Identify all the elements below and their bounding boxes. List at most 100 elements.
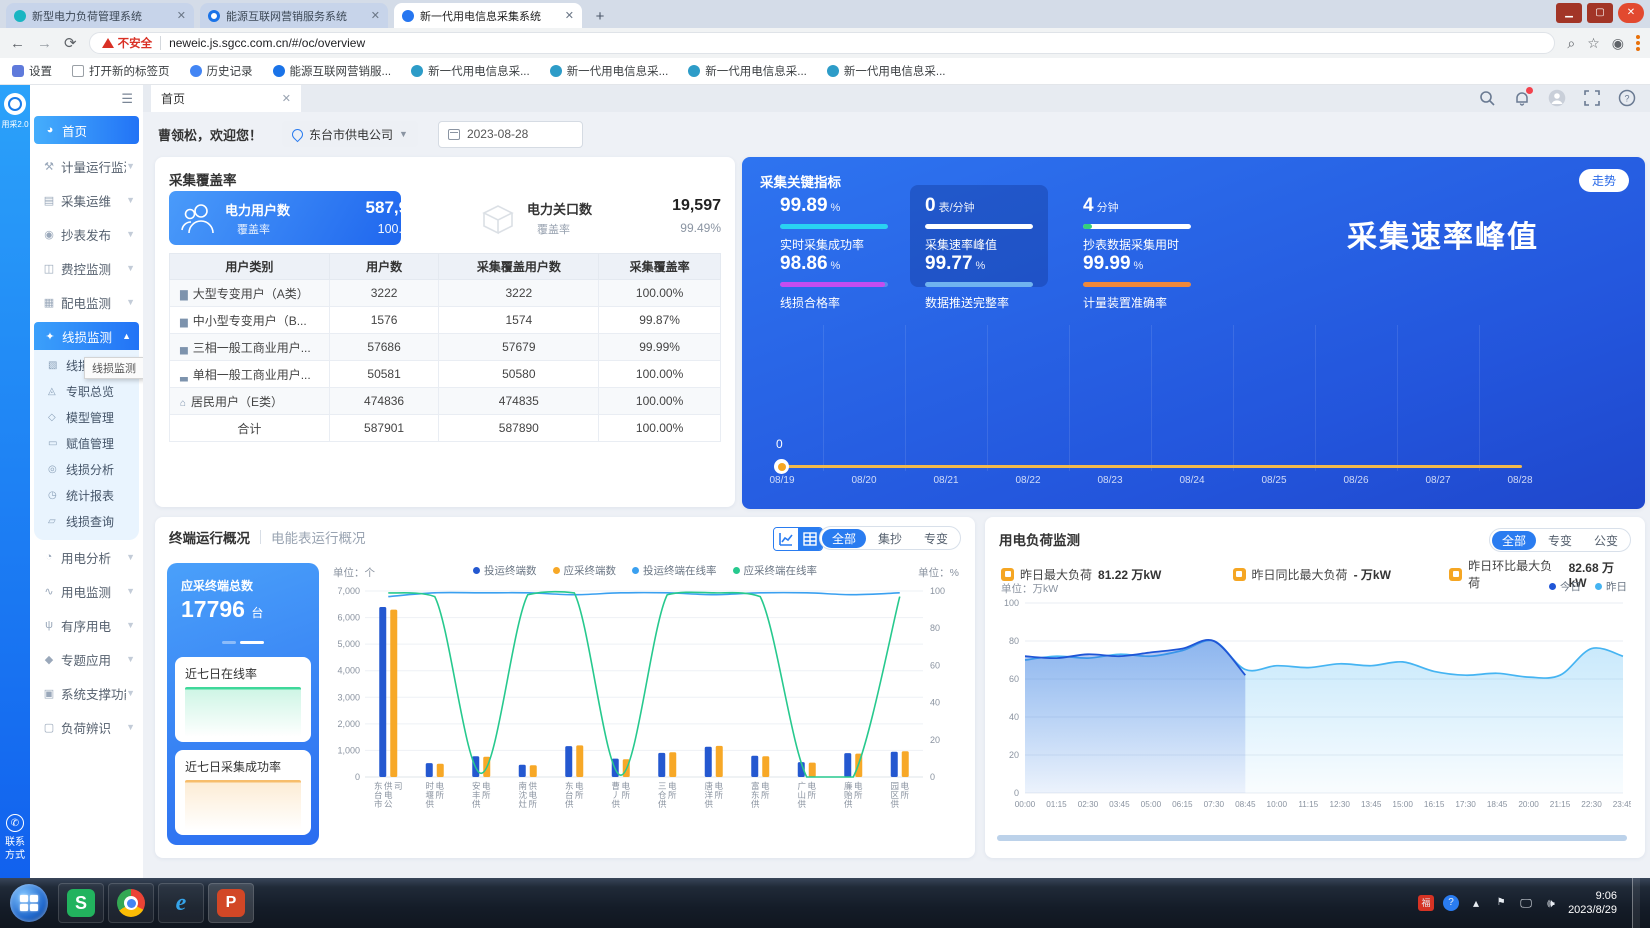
contact-button[interactable]: ✆ 联系 方式	[0, 814, 30, 862]
power-users-stat[interactable]: 电力用户数 覆盖率 587,901 100.00%	[169, 191, 401, 245]
help-icon[interactable]: ?	[1618, 89, 1636, 107]
close-button[interactable]: ✕	[1618, 3, 1644, 23]
sidebar-item[interactable]: ψ有序用电▼	[30, 608, 143, 642]
bookmark-star-icon[interactable]: ☆	[1587, 35, 1600, 52]
bar-deployed-terminals[interactable]	[891, 752, 898, 777]
tray-expand-icon[interactable]: ▴	[1468, 895, 1484, 911]
sidebar-subitem[interactable]: ◇模型管理	[34, 404, 139, 430]
sidebar-item[interactable]: ◔用电分析▼	[30, 540, 143, 574]
browser-tab-2[interactable]: 能源互联网营销服务系统 ✕	[200, 3, 388, 28]
tab2-close-icon[interactable]: ✕	[371, 9, 380, 22]
segment-zhuanbian[interactable]: 专变	[1538, 531, 1582, 550]
fullscreen-icon[interactable]	[1583, 89, 1601, 107]
bookmark-item[interactable]: 历史记录	[190, 63, 253, 79]
maximize-button[interactable]: ▢	[1587, 3, 1613, 23]
chart-view-button[interactable]	[774, 528, 798, 550]
show-desktop-button[interactable]	[1632, 878, 1640, 928]
sidebar-item[interactable]: ✦线损监测▲	[34, 322, 139, 350]
trend-button[interactable]: 走势	[1579, 169, 1629, 192]
page-tab-home[interactable]: 首页 ✕	[151, 85, 301, 112]
terminal-chart[interactable]: 01,0002,0003,0004,0005,0006,0007,0000204…	[323, 577, 963, 845]
sidebar-item[interactable]: ▣系统支撑功能▼	[30, 676, 143, 710]
bar-deployed-terminals[interactable]	[658, 753, 665, 777]
bookmark-item[interactable]: 新一代用电信息采...	[688, 63, 807, 79]
bar-deployed-terminals[interactable]	[426, 763, 433, 777]
bar-expected-terminals[interactable]	[669, 752, 676, 777]
segment-all[interactable]: 全部	[1492, 531, 1536, 550]
bar-deployed-terminals[interactable]	[565, 746, 572, 777]
profile-avatar-icon[interactable]: ◉	[1612, 35, 1624, 52]
taskbar-app-chrome[interactable]	[108, 883, 154, 923]
sidebar-item[interactable]: ◉抄表发布▼	[30, 217, 143, 251]
page-tab-close-icon[interactable]: ✕	[282, 92, 291, 105]
sidebar-subitem[interactable]: ▱线损查询	[34, 508, 139, 534]
action-center-icon[interactable]: ⚑	[1493, 895, 1509, 911]
online-rate-card[interactable]: 近七日在线率	[175, 657, 311, 742]
browser-tab-1[interactable]: 新型电力负荷管理系统 ✕	[6, 3, 194, 28]
sidebar-item[interactable]: ▤采集运维▼	[30, 183, 143, 217]
zoom-icon[interactable]: ⌕	[1567, 35, 1575, 52]
back-icon[interactable]: ←	[10, 35, 25, 52]
timeline-handle[interactable]	[774, 459, 789, 474]
volume-icon[interactable]: 🕪	[1543, 895, 1559, 911]
bar-expected-terminals[interactable]	[530, 765, 537, 777]
segment-all[interactable]: 全部	[822, 529, 866, 548]
bar-expected-terminals[interactable]	[576, 745, 583, 777]
bar-deployed-terminals[interactable]	[844, 753, 851, 777]
ime-icon[interactable]: 福	[1418, 895, 1434, 911]
bar-deployed-terminals[interactable]	[751, 756, 758, 777]
date-picker[interactable]: 2023-08-28	[438, 121, 583, 148]
tray-help-icon[interactable]: ?	[1443, 895, 1459, 911]
legend-item[interactable]: 昨日	[1595, 579, 1627, 594]
taskbar-app-powerpoint[interactable]: P	[208, 883, 254, 923]
start-button[interactable]	[10, 884, 48, 922]
chart-scrollbar[interactable]	[997, 835, 1627, 841]
taskbar-clock[interactable]: 9:06 2023/8/29	[1568, 889, 1623, 917]
security-warning[interactable]: 不安全	[102, 35, 153, 51]
bookmark-item[interactable]: 打开新的标签页	[72, 63, 170, 79]
tab1-close-icon[interactable]: ✕	[177, 9, 186, 22]
browser-tab-3-active[interactable]: 新一代用电信息采集系统 ✕	[394, 3, 582, 28]
tab3-close-icon[interactable]: ✕	[565, 9, 574, 22]
tab-meter-overview[interactable]: 电能表运行概况	[271, 527, 366, 547]
taskbar-app-wps[interactable]: S	[58, 883, 104, 923]
bookmark-item[interactable]: 新一代用电信息采...	[411, 63, 530, 79]
bar-expected-terminals[interactable]	[390, 610, 397, 777]
carousel-dots[interactable]	[175, 631, 311, 649]
sidebar-item[interactable]: ◫费控监测▼	[30, 251, 143, 285]
sidebar-item[interactable]: ▦配电监测▼	[30, 285, 143, 319]
bar-expected-terminals[interactable]	[762, 756, 769, 777]
taskbar-app-ie[interactable]: e	[158, 883, 204, 923]
refresh-icon[interactable]: ⟳	[64, 34, 77, 52]
sidebar-item-home[interactable]: ◕首页	[34, 116, 139, 144]
legend-item[interactable]: 应采终端在线率	[733, 563, 818, 578]
new-tab-button[interactable]: +	[588, 6, 612, 28]
org-selector[interactable]: 东台市供电公司 ▼	[282, 121, 418, 147]
network-icon[interactable]: 🖵	[1518, 895, 1534, 911]
segment-gongbian[interactable]: 公变	[1584, 531, 1628, 550]
bookmark-item[interactable]: 新一代用电信息采...	[827, 63, 946, 79]
timeline-track[interactable]	[780, 465, 1522, 468]
bar-expected-terminals[interactable]	[437, 764, 444, 777]
bar-deployed-terminals[interactable]	[379, 607, 386, 777]
sidebar-item[interactable]: ⚒计量运行监测▼	[30, 149, 143, 183]
gateway-stat[interactable]: 电力关口数 覆盖率 19,597 99.49%	[471, 191, 721, 245]
legend-item[interactable]: 应采终端数	[553, 563, 617, 578]
sidebar-subitem[interactable]: ◬专职总览	[34, 378, 139, 404]
sidebar-item[interactable]: ◆专题应用▼	[30, 642, 143, 676]
tab-terminal-overview[interactable]: 终端运行概况	[169, 527, 250, 547]
legend-item[interactable]: 投运终端在线率	[632, 563, 717, 578]
forward-icon[interactable]: →	[37, 35, 52, 52]
segment-zhuanbian[interactable]: 专变	[914, 529, 958, 548]
sidebar-collapse-icon[interactable]: ☰	[30, 85, 143, 111]
bookmark-item[interactable]: 新一代用电信息采...	[550, 63, 669, 79]
sidebar-item[interactable]: ∿用电监测▼	[30, 574, 143, 608]
success-rate-card[interactable]: 近七日采集成功率	[175, 750, 311, 835]
bookmark-item[interactable]: 设置	[12, 63, 52, 79]
load-chart[interactable]: 02040608010000:0001:1502:3003:4505:0006:…	[995, 593, 1631, 833]
url-input[interactable]: 不安全 neweic.js.sgcc.com.cn/#/oc/overview	[89, 32, 1556, 54]
legend-item[interactable]: 投运终端数	[473, 563, 537, 578]
legend-item[interactable]: 今日	[1549, 579, 1581, 594]
sidebar-subitem[interactable]: ▭赋值管理	[34, 430, 139, 456]
bar-deployed-terminals[interactable]	[705, 747, 712, 777]
